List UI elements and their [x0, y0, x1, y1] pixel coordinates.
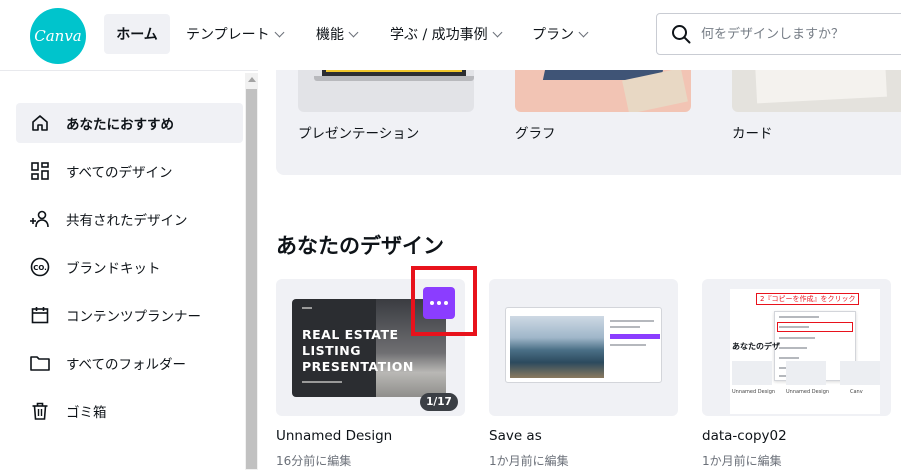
chevron-down-icon — [578, 27, 589, 37]
sidebar-item-label: すべてのフォルダー — [66, 357, 187, 373]
design-thumbnail — [505, 307, 662, 383]
nav-learn[interactable]: 学ぶ / 成功事例 — [390, 14, 503, 54]
shared-users-icon — [28, 207, 52, 231]
template-label: グラフ — [515, 126, 556, 142]
grid-icon — [28, 159, 52, 183]
nav-home[interactable]: ホーム — [104, 14, 170, 54]
thumbnail-label: Unnamed Design — [786, 389, 830, 395]
template-label: カード — [732, 126, 773, 142]
nav-plans[interactable]: プラン — [532, 14, 589, 54]
section-title: あなたのデザイン — [276, 234, 444, 258]
chevron-down-icon — [492, 27, 503, 37]
template-card-graph[interactable] — [515, 70, 691, 112]
card-image — [755, 70, 887, 104]
template-label: プレゼンテーション — [298, 126, 420, 142]
scroll-up-arrow-icon[interactable] — [248, 77, 256, 82]
sidebar: あなたにおすすめ すべてのデザイン 共有されたデザイン CO. ブランドキット … — [0, 70, 258, 470]
design-edited-time: 1か月前に編集 — [489, 454, 569, 468]
svg-text:CO.: CO. — [33, 264, 47, 272]
nav-plans-label: プラン — [532, 27, 574, 43]
sidebar-item-trash[interactable]: ゴミ箱 — [16, 391, 243, 431]
sidebar-item-label: ゴミ箱 — [66, 405, 107, 421]
design-edited-time: 1か月前に編集 — [702, 454, 782, 468]
sidebar-item-shared[interactable]: 共有されたデザイン — [16, 199, 243, 239]
design-edited-time: 16分前に編集 — [276, 454, 352, 468]
design-card-save-as[interactable] — [489, 279, 678, 416]
design-thumbnail: 2『コピーを作成』をクリック あなたのデザ Unnamed Design Unn… — [730, 289, 880, 414]
logo-text: Canva — [34, 27, 82, 45]
template-card-presentation[interactable] — [298, 70, 474, 112]
chevron-down-icon — [274, 27, 285, 37]
folder-icon — [28, 351, 52, 375]
scrollbar-thumb[interactable] — [246, 89, 257, 469]
sidebar-scrollbar[interactable] — [245, 73, 258, 470]
nav-features-label: 機能 — [316, 27, 344, 43]
search-icon — [672, 25, 691, 44]
annotation-highlight-box — [411, 266, 477, 336]
sidebar-item-for-you[interactable]: あなたにおすすめ — [16, 103, 243, 143]
sidebar-item-label: コンテンツプランナー — [66, 309, 201, 325]
template-card-card[interactable] — [732, 70, 901, 112]
nav-templates[interactable]: テンプレート — [186, 14, 285, 54]
nav-features[interactable]: 機能 — [316, 14, 359, 54]
sidebar-item-all-folders[interactable]: すべてのフォルダー — [16, 343, 243, 383]
seascape-image — [510, 316, 604, 378]
sidebar-item-brand-kit[interactable]: CO. ブランドキット — [16, 247, 243, 287]
sidebar-item-all-designs[interactable]: すべてのデザイン — [16, 151, 243, 191]
trash-icon — [28, 399, 52, 423]
sidebar-item-label: 共有されたデザイン — [66, 213, 188, 229]
search-box[interactable] — [656, 13, 901, 55]
design-name[interactable]: Save as — [489, 428, 542, 444]
nav-learn-label: 学ぶ / 成功事例 — [390, 27, 488, 43]
design-name[interactable]: Unnamed Design — [276, 428, 392, 444]
sidebar-item-label: あなたにおすすめ — [66, 117, 174, 133]
thumbnail-heading: あなたのデザ — [732, 342, 780, 351]
page-count-badge: 1/17 — [420, 393, 458, 411]
calendar-icon — [28, 303, 52, 327]
design-card-data-copy02[interactable]: 2『コピーを作成』をクリック あなたのデザ Unnamed Design Unn… — [702, 279, 891, 416]
main-content: プレゼンテーション グラフ カード あなたのデザイン REAL ESTATE L… — [258, 70, 901, 470]
search-input[interactable] — [701, 14, 901, 54]
home-icon — [28, 111, 52, 135]
thumbnail-label: Canv — [850, 389, 863, 395]
nav-templates-label: テンプレート — [186, 27, 270, 43]
top-header: Canva ホーム テンプレート 機能 学ぶ / 成功事例 プラン — [0, 0, 901, 70]
sidebar-item-content-planner[interactable]: コンテンツプランナー — [16, 295, 243, 335]
thumbnail-title: REAL ESTATE LISTING PRESENTATION — [302, 327, 414, 374]
sidebar-item-label: すべてのデザイン — [66, 165, 173, 181]
template-carousel: プレゼンテーション グラフ カード — [276, 70, 901, 175]
thumbnail-label: Unnamed Design — [732, 389, 776, 395]
sidebar-item-label: ブランドキット — [66, 261, 161, 277]
design-name[interactable]: data-copy02 — [702, 428, 787, 444]
canva-logo[interactable]: Canva — [30, 8, 86, 64]
brand-kit-icon: CO. — [28, 255, 52, 279]
thumbnail-callout: 2『コピーを作成』をクリック — [756, 293, 860, 305]
chevron-down-icon — [348, 27, 359, 37]
